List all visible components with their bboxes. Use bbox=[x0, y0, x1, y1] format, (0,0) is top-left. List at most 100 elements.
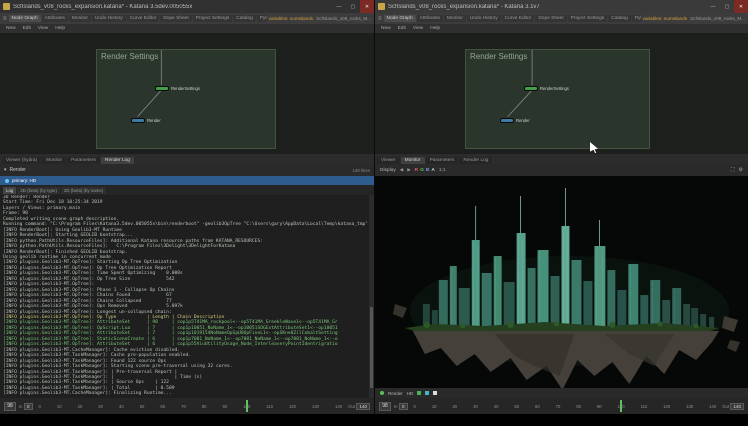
channel-button[interactable]: A bbox=[431, 168, 434, 173]
render-view[interactable] bbox=[375, 176, 748, 388]
render-node-shape[interactable] bbox=[500, 118, 514, 123]
menu-item[interactable]: Edit bbox=[398, 26, 406, 31]
next-icon[interactable]: ▶ bbox=[407, 167, 410, 173]
pane-tab[interactable]: Monitor bbox=[42, 157, 66, 164]
channel-button[interactable]: G bbox=[420, 168, 424, 173]
top-tab[interactable]: Node Graph bbox=[384, 15, 416, 22]
top-tab[interactable]: Undo History bbox=[467, 15, 501, 22]
in-value[interactable]: 0 bbox=[24, 403, 33, 410]
menu-item[interactable]: New bbox=[381, 26, 391, 31]
node-graph-panel[interactable]: Render Settings RenderSettings Render bbox=[375, 33, 748, 154]
tick-label: 110 bbox=[641, 404, 648, 409]
maximize-button[interactable]: ▢ bbox=[720, 0, 734, 13]
tick-label: 30 bbox=[98, 404, 103, 409]
menu-item[interactable]: View bbox=[38, 26, 48, 31]
titlebar[interactable]: ScfIslands_v08_rocks_expansion.katana* -… bbox=[375, 0, 748, 13]
node-graph-panel[interactable]: Render Settings RenderSettings Render bbox=[0, 33, 374, 154]
pane-tab[interactable]: Render Log bbox=[459, 157, 492, 164]
in-value[interactable]: 0 bbox=[399, 403, 408, 410]
menu-item[interactable]: New bbox=[6, 26, 16, 31]
hamburger-icon[interactable]: ≡ bbox=[378, 16, 382, 22]
pane-tab[interactable]: Parameters bbox=[67, 157, 100, 164]
minimize-button[interactable]: — bbox=[332, 0, 346, 13]
gear-icon[interactable]: ⚙ bbox=[739, 167, 743, 173]
playhead[interactable] bbox=[620, 400, 622, 412]
node-wires bbox=[97, 50, 275, 148]
log-filter-tab[interactable]: 2D (beta) (by name) bbox=[61, 187, 106, 194]
pane-tab[interactable]: Monitor bbox=[401, 157, 425, 164]
top-tab[interactable]: Curve Editor bbox=[127, 15, 160, 22]
menu-item[interactable]: Edit bbox=[23, 26, 31, 31]
monitor-panel: Display ◀ ▶ RGBA 1:1 ⛶ ⚙ bbox=[375, 164, 748, 398]
pane-tab[interactable]: Parameters bbox=[426, 157, 459, 164]
tick-labels: 0102030405060708090100110120130140 bbox=[39, 404, 343, 409]
display-dropdown[interactable]: Display bbox=[380, 168, 396, 173]
menu-item[interactable]: View bbox=[413, 26, 423, 31]
maximize-button[interactable]: ▢ bbox=[346, 0, 360, 13]
close-button[interactable]: ✕ bbox=[734, 0, 748, 13]
node-render-settings[interactable]: RenderSettings bbox=[524, 86, 569, 91]
render-entry-row[interactable]: primary: HD bbox=[0, 176, 374, 185]
log-scrollbar-thumb[interactable] bbox=[370, 307, 373, 388]
node-render[interactable]: Render bbox=[131, 118, 161, 123]
top-tab[interactable]: Catalog bbox=[608, 15, 631, 22]
node-render[interactable]: Render bbox=[500, 118, 530, 123]
render-node-shape[interactable] bbox=[131, 118, 145, 123]
timeline-ticks[interactable]: 0102030405060708090100110120130140 bbox=[411, 398, 720, 414]
out-value[interactable]: 140 bbox=[356, 403, 370, 410]
backdrop-node[interactable]: Render Settings RenderSettings Render bbox=[96, 49, 276, 149]
top-tab[interactable]: Attributes bbox=[42, 15, 68, 22]
top-tab[interactable]: Project Settings bbox=[568, 15, 608, 22]
prev-icon[interactable]: ◀ bbox=[400, 167, 403, 173]
menu-item[interactable]: Help bbox=[55, 26, 65, 31]
tick-label: 80 bbox=[576, 404, 581, 409]
menu-item[interactable]: Help bbox=[430, 26, 440, 31]
channel-button[interactable]: B bbox=[426, 168, 429, 173]
tick-label: 60 bbox=[160, 404, 165, 409]
render-city-image bbox=[375, 176, 748, 388]
tick-label: 60 bbox=[535, 404, 540, 409]
titlebar[interactable]: ScfIslands_v08_rocks_expansion.katana* -… bbox=[0, 0, 374, 13]
pane-tab[interactable]: Render Log bbox=[101, 157, 134, 164]
timeline-ticks[interactable]: 0102030405060708090100110120130140 bbox=[36, 398, 346, 414]
variables-dropdown[interactable]: variables: numIslands bbox=[643, 16, 687, 21]
top-tab[interactable]: Dope Sheet bbox=[535, 15, 566, 22]
pane-tab[interactable]: Viewer bbox=[377, 157, 400, 164]
top-tab[interactable]: Monitor bbox=[69, 15, 91, 22]
monitor-toolbar: Display ◀ ▶ RGBA 1:1 ⛶ ⚙ bbox=[375, 164, 748, 176]
minimize-button[interactable]: — bbox=[706, 0, 720, 13]
log-filter-tab[interactable]: Log bbox=[3, 187, 16, 194]
current-frame-field[interactable]: 98 bbox=[4, 402, 16, 411]
log-filter-tab[interactable]: 2D (beta) (by type) bbox=[17, 187, 60, 194]
top-tab-bar: ≡ Node GraphAttributesMonitorUndo Histor… bbox=[375, 13, 748, 24]
caret-down-icon[interactable]: ▾ bbox=[4, 167, 7, 173]
variables-dropdown[interactable]: variables: numIslands bbox=[269, 16, 313, 21]
playhead[interactable] bbox=[246, 400, 248, 412]
render-settings-node-shape[interactable] bbox=[524, 86, 538, 91]
render-log-panel: ▾ Render 128 lines primary: HD Log2D (be… bbox=[0, 164, 374, 398]
current-frame-field[interactable]: 98 bbox=[379, 402, 391, 411]
top-tab[interactable]: Catalog bbox=[233, 15, 256, 22]
expand-icon[interactable]: ⛶ bbox=[731, 167, 735, 173]
top-tab[interactable]: Node Graph bbox=[9, 15, 41, 22]
out-value[interactable]: 140 bbox=[730, 403, 744, 410]
top-tab[interactable]: Monitor bbox=[444, 15, 466, 22]
top-tab[interactable]: Undo History bbox=[92, 15, 126, 22]
backdrop-node[interactable]: Render Settings RenderSettings Render bbox=[465, 49, 650, 149]
timeline: 98 In 0 01020304050607080901001101201301… bbox=[375, 398, 748, 414]
top-tab[interactable]: Dope Sheet bbox=[160, 15, 191, 22]
top-tab[interactable]: Curve Editor bbox=[502, 15, 535, 22]
hamburger-icon[interactable]: ≡ bbox=[3, 16, 7, 22]
top-tab[interactable]: Python bbox=[632, 15, 641, 22]
log-output[interactable]: 3D Render: RenderStart Time: Fri Dec 18 … bbox=[3, 195, 367, 398]
tick-label: 120 bbox=[289, 404, 296, 409]
top-tab[interactable]: Python bbox=[257, 15, 267, 22]
top-tab[interactable]: Attributes bbox=[417, 15, 443, 22]
node-render-settings[interactable]: RenderSettings bbox=[155, 86, 200, 91]
zoom-level[interactable]: 1:1 bbox=[439, 168, 446, 173]
pane-tab[interactable]: Viewer (hydra) bbox=[2, 157, 41, 164]
close-button[interactable]: ✕ bbox=[360, 0, 374, 13]
top-tab[interactable]: Project Settings bbox=[193, 15, 233, 22]
channel-button[interactable]: R bbox=[415, 168, 418, 173]
render-settings-node-shape[interactable] bbox=[155, 86, 169, 91]
